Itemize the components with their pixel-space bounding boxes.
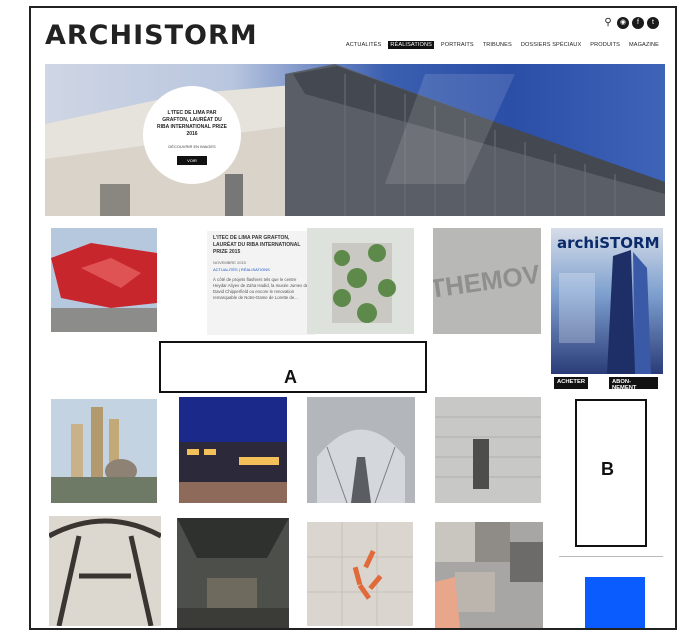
feature-excerpt: À côté de projets flashiers tels que le … (213, 277, 309, 300)
main-nav: ACTUALITÉS RÉALISATIONS PORTRAITS TRIBUN… (344, 41, 661, 49)
feature-category[interactable]: ACTUALITÉS | RÉALISATIONS (213, 267, 309, 273)
hero-voir-button[interactable]: VOIR (177, 156, 207, 165)
annotation-box-b: B (575, 399, 647, 547)
buy-magazine-button[interactable]: ACHETER (554, 377, 589, 389)
feature-article-card[interactable]: L'ITEC DE LIMA PAR GRAFTON, LAURÉAT DU R… (207, 231, 315, 335)
nav-produits[interactable]: PRODUITS (588, 41, 622, 49)
thumb-tiles-orange[interactable] (307, 522, 413, 626)
thumb-walkway[interactable] (307, 397, 415, 503)
thumb-interior-hall[interactable] (177, 518, 289, 628)
instagram-icon[interactable]: ◉ (617, 17, 629, 29)
archistorm-logo[interactable]: ARCHISTORM (45, 20, 258, 51)
thumb-night-building[interactable] (179, 397, 287, 503)
twitter-icon[interactable]: t (647, 17, 659, 29)
facebook-icon[interactable]: f (632, 17, 644, 29)
nav-dossiers-speciaux[interactable]: DOSSIERS SPÉCIAUX (519, 41, 583, 49)
social-icons: ⚲ ◉ f t (602, 17, 659, 29)
hero-card: L'ITEC DE LIMA PAR GRAFTON, LAURÉAT DU R… (143, 86, 241, 184)
thumb-grey-facade[interactable] (435, 397, 541, 503)
sidebar-divider (559, 556, 663, 557)
thumb-green-tower[interactable] (307, 228, 414, 334)
annotation-box-a: A (159, 341, 427, 393)
nav-tribunes[interactable]: TRIBUNES (481, 41, 514, 49)
thumb-towers[interactable] (51, 399, 157, 503)
page-frame: ARCHISTORM ⚲ ◉ f t ACTUALITÉS RÉALISATIO… (29, 6, 677, 630)
thumb-steel-structure[interactable] (49, 516, 161, 626)
blue-ad-block[interactable] (585, 577, 645, 628)
feature-title: L'ITEC DE LIMA PAR GRAFTON, LAURÉAT DU R… (213, 235, 301, 255)
feature-date: NOVEMBRE 2015 (213, 260, 246, 265)
nav-realisations[interactable]: RÉALISATIONS (388, 41, 434, 49)
search-icon[interactable]: ⚲ (602, 17, 614, 29)
hero-banner[interactable]: L'ITEC DE LIMA PAR GRAFTON, LAURÉAT DU R… (45, 64, 665, 216)
hero-title: L'ITEC DE LIMA PAR GRAFTON, LAURÉAT DU R… (157, 110, 227, 137)
annotation-label-b: B (601, 459, 614, 479)
hero-building-image (45, 64, 665, 216)
thumb-themov-wall[interactable]: THEMOV (433, 228, 541, 334)
nav-portraits[interactable]: PORTRAITS (439, 41, 476, 49)
nav-magazine[interactable]: MAGAZINE (627, 41, 661, 49)
annotation-label-a: A (284, 367, 297, 387)
subscribe-button[interactable]: ABON- NEMENT (609, 377, 658, 391)
nav-actualites[interactable]: ACTUALITÉS (344, 41, 384, 49)
thumb-patchwork-tiles[interactable] (435, 522, 543, 628)
hero-subtitle: DÉCOUVRIR EN IMAGES (168, 144, 216, 149)
magazine-cover[interactable]: archiSTORM (551, 228, 663, 374)
thumb-red-pavilion[interactable] (51, 228, 157, 332)
